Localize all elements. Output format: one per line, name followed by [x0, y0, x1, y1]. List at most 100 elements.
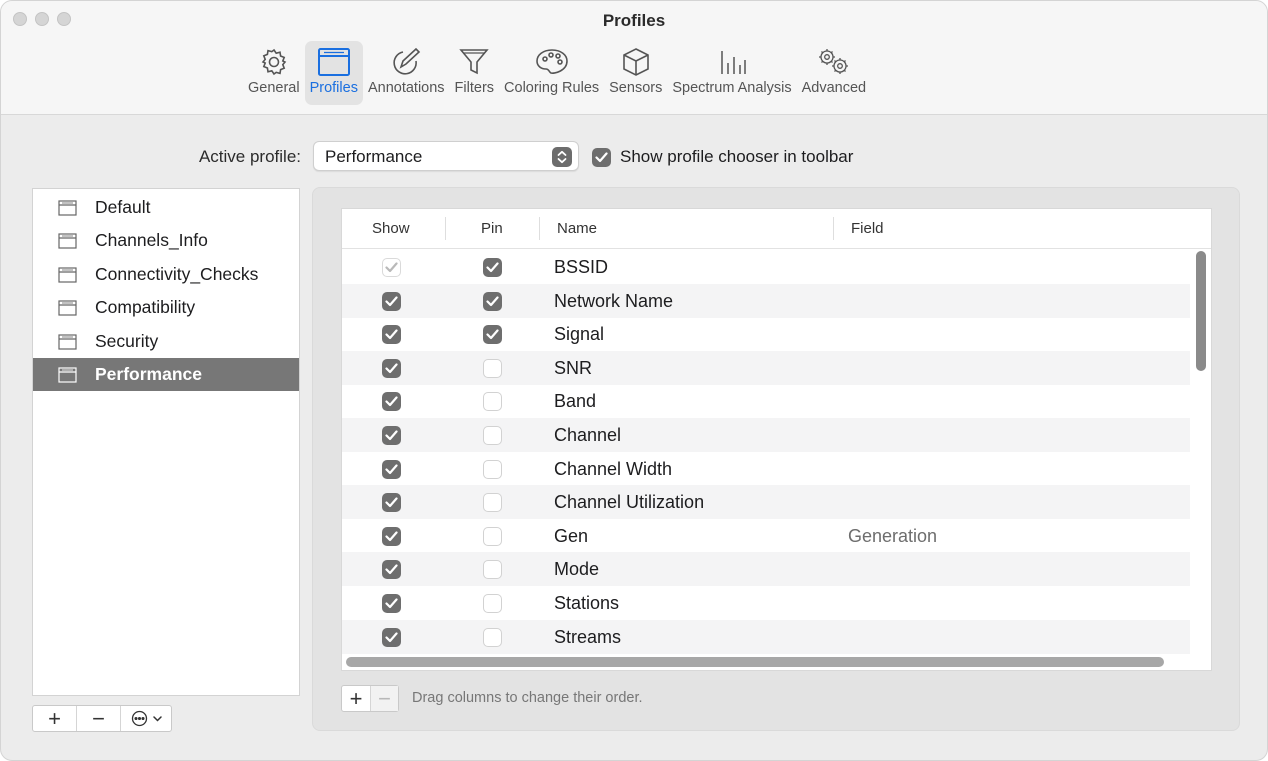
- profile-item-label: Security: [95, 331, 159, 351]
- table-row[interactable]: Stations: [342, 586, 1190, 620]
- column-name: SNR: [554, 357, 593, 378]
- column-field: Generation: [848, 525, 938, 546]
- show-checkbox[interactable]: [382, 325, 401, 345]
- pin-checkbox[interactable]: [483, 560, 502, 580]
- column-name: Channel Utilization: [554, 492, 705, 513]
- tab-sensors-label: Sensors: [609, 80, 663, 96]
- show-checkbox[interactable]: [382, 392, 401, 412]
- tab-filters[interactable]: Filters: [450, 41, 499, 105]
- pin-checkbox[interactable]: [483, 358, 502, 378]
- show-checkbox: [382, 258, 401, 277]
- column-header-name[interactable]: Name: [557, 220, 597, 237]
- window-icon: [58, 266, 77, 283]
- profile-item-label: Connectivity_Checks: [95, 264, 259, 284]
- column-header-show[interactable]: Show: [372, 220, 410, 237]
- show-profile-chooser: Show profile chooser in toolbar: [592, 147, 853, 167]
- pin-checkbox[interactable]: [483, 459, 502, 479]
- column-header-pin[interactable]: Pin: [481, 220, 503, 237]
- profile-item-label: Performance: [95, 364, 202, 384]
- profile-item-default[interactable]: Default: [33, 191, 299, 224]
- pin-checkbox[interactable]: [483, 325, 502, 345]
- column-name: Mode: [554, 559, 600, 580]
- table-row[interactable]: Network Name: [342, 283, 1190, 318]
- remove-profile-button[interactable]: −: [77, 706, 121, 731]
- column-divider: [833, 217, 834, 240]
- table-row[interactable]: Channel: [342, 418, 1190, 452]
- profile-item-label: Channels_Info: [95, 230, 208, 250]
- column-divider: [445, 217, 446, 240]
- show-checkbox[interactable]: [382, 493, 401, 513]
- profile-item-connectivity-checks[interactable]: Connectivity_Checks: [33, 258, 299, 291]
- window-title: Profiles: [602, 11, 666, 30]
- pin-checkbox[interactable]: [483, 594, 502, 613]
- column-name: BSSID: [554, 257, 609, 277]
- tab-coloring-rules-label: Coloring Rules: [504, 80, 600, 96]
- palette-icon: [535, 45, 569, 79]
- cube-icon: [621, 45, 651, 79]
- pin-checkbox[interactable]: [483, 526, 502, 546]
- column-header-field[interactable]: Field: [851, 220, 884, 237]
- show-checkbox[interactable]: [382, 358, 401, 379]
- add-column-button[interactable]: +: [342, 686, 370, 711]
- pin-checkbox[interactable]: [483, 291, 502, 312]
- chevron-up-down-icon: [552, 147, 572, 167]
- profile-item-label: Compatibility: [95, 297, 196, 317]
- show-checkbox[interactable]: [382, 291, 401, 312]
- tab-profiles[interactable]: Profiles: [304, 41, 363, 105]
- horizontal-scrollbar[interactable]: [346, 657, 1164, 667]
- tab-filters-label: Filters: [454, 80, 495, 96]
- tab-sensors[interactable]: Sensors: [604, 41, 667, 105]
- window-icon: [317, 45, 351, 79]
- active-profile-label: Active profile:: [198, 147, 301, 166]
- show-checkbox[interactable]: [382, 627, 401, 648]
- preference-tabs: General Profiles Annotations Filters Col…: [243, 41, 871, 105]
- tab-spectrum-analysis[interactable]: Spectrum Analysis: [667, 41, 796, 105]
- table-row[interactable]: SNR: [342, 350, 1190, 385]
- add-profile-button[interactable]: +: [33, 706, 77, 731]
- column-divider: [539, 217, 540, 240]
- column-name: Stations: [554, 593, 620, 613]
- pin-checkbox[interactable]: [483, 627, 502, 647]
- column-name: Channel Width: [554, 458, 673, 479]
- profile-item-compatibility[interactable]: Compatibility: [33, 291, 299, 324]
- table-row[interactable]: Streams: [342, 619, 1190, 654]
- pin-checkbox[interactable]: [483, 493, 502, 513]
- tab-general[interactable]: General: [243, 41, 305, 105]
- active-profile-popup[interactable]: Performance: [313, 141, 579, 171]
- window-icon: [58, 299, 77, 316]
- pin-checkbox[interactable]: [483, 392, 502, 412]
- profile-item-label: Default: [95, 197, 151, 217]
- tab-advanced[interactable]: Advanced: [797, 41, 872, 105]
- profile-actions-menu-button[interactable]: [121, 706, 171, 731]
- show-checkbox[interactable]: [382, 560, 401, 580]
- table-row[interactable]: Gen Generation: [342, 519, 1190, 553]
- window-icon: [58, 199, 77, 216]
- pin-checkbox[interactable]: [483, 426, 502, 445]
- table-row[interactable]: Signal: [342, 317, 1190, 351]
- show-checkbox[interactable]: [382, 526, 401, 547]
- tab-profiles-label: Profiles: [309, 80, 358, 96]
- table-header: Show Pin Name Field: [342, 209, 1211, 249]
- pin-checkbox[interactable]: [483, 258, 502, 278]
- table-row[interactable]: Band: [342, 384, 1190, 418]
- table-row[interactable]: BSSID: [342, 250, 1190, 284]
- remove-column-button[interactable]: −: [370, 686, 398, 711]
- profile-item-channels-info[interactable]: Channels_Info: [33, 224, 299, 257]
- show-profile-chooser-checkbox[interactable]: [592, 147, 611, 167]
- profile-item-performance[interactable]: Performance: [33, 358, 299, 391]
- table-row[interactable]: Channel Utilization: [342, 485, 1190, 520]
- tab-annotations[interactable]: Annotations: [363, 41, 450, 105]
- chevron-down-icon: [152, 715, 162, 722]
- tab-coloring-rules[interactable]: Coloring Rules: [499, 41, 604, 105]
- gear-icon: [258, 45, 290, 79]
- tab-advanced-label: Advanced: [801, 80, 867, 96]
- window-icon: [58, 333, 77, 350]
- table-row[interactable]: Channel Width: [342, 452, 1190, 486]
- show-checkbox[interactable]: [382, 459, 401, 480]
- column-buttons: + −: [341, 685, 399, 712]
- profile-item-security[interactable]: Security: [33, 325, 299, 358]
- table-row[interactable]: Mode: [342, 552, 1190, 587]
- show-checkbox[interactable]: [382, 594, 401, 614]
- show-checkbox[interactable]: [382, 426, 401, 446]
- vertical-scrollbar[interactable]: [1196, 251, 1206, 371]
